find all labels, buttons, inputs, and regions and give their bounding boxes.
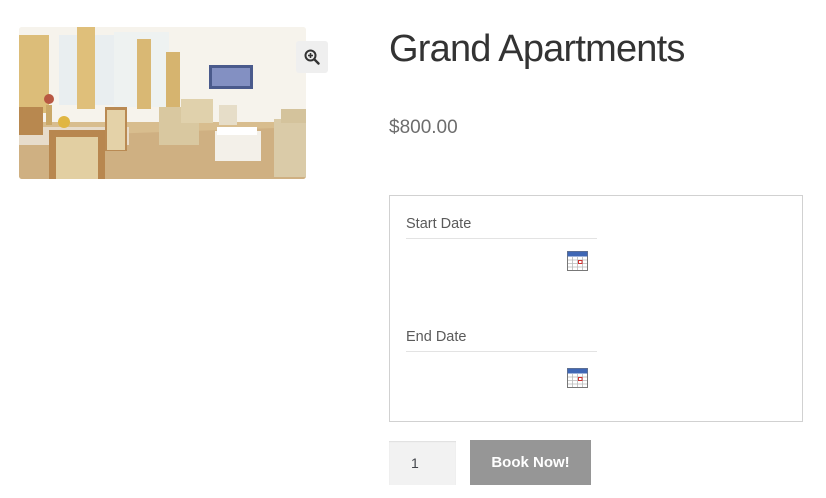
start-date-label: Start Date [406,216,472,232]
apartment-photo [19,27,306,179]
start-date-divider [406,238,597,239]
product-title: Grand Apartments [389,28,685,70]
calendar-icon[interactable] [567,368,588,388]
end-date-divider [406,351,597,352]
quantity-input[interactable] [389,441,456,485]
book-now-button[interactable]: Book Now! [470,440,591,485]
product-image[interactable] [19,27,306,179]
calendar-icon[interactable] [567,251,588,271]
zoom-in-icon [304,49,320,65]
zoom-button[interactable] [296,41,328,73]
product-price: $800.00 [389,117,458,138]
start-date-input[interactable] [406,242,578,278]
booking-form: Start Date End Date [389,195,803,422]
end-date-label: End Date [406,329,467,345]
end-date-input[interactable] [406,358,578,394]
